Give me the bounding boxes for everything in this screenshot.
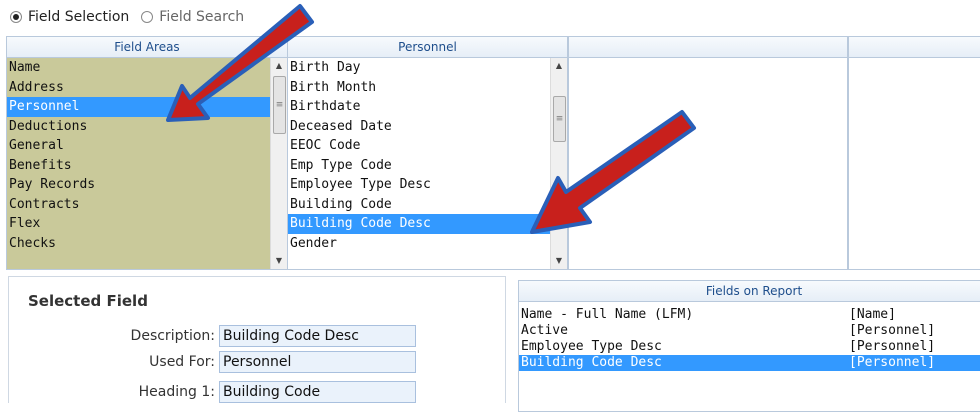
field-area-item[interactable]: Name (7, 58, 270, 78)
personnel-field-item[interactable]: Emp Type Code (288, 156, 550, 176)
empty-panel-3-header (569, 37, 847, 58)
personnel-field-item[interactable]: Birth Day (288, 58, 550, 78)
personnel-scrollbar[interactable]: ▲ ▼ (550, 58, 567, 269)
field-area-item[interactable]: Flex (7, 214, 270, 234)
report-field-area: [Personnel] (849, 355, 936, 370)
description-field[interactable]: Building Code Desc (219, 325, 416, 347)
report-field-row[interactable]: Name - Full Name (LFM) [Name] (519, 307, 980, 323)
heading1-label: Heading 1: (138, 384, 215, 400)
field-areas-header: Field Areas (7, 37, 287, 58)
used-for-field[interactable]: Personnel (219, 351, 416, 373)
report-field-name: Building Code Desc (521, 355, 662, 370)
empty-panel-3 (568, 36, 848, 270)
field-selection-radio[interactable] (10, 11, 22, 23)
report-field-area: [Name] (849, 307, 896, 322)
field-area-item[interactable]: General (7, 136, 270, 156)
selected-field-title: Selected Field (28, 292, 148, 310)
fields-on-report-panel: Fields on Report Name - Full Name (LFM) [… (518, 280, 980, 412)
personnel-field-item[interactable]: Building Code Desc (288, 214, 550, 234)
scroll-up-icon[interactable]: ▲ (551, 58, 567, 74)
scroll-thumb[interactable] (273, 76, 286, 134)
personnel-field-list[interactable]: Birth Day Birth Month Birthdate Deceased Da… (288, 58, 550, 269)
personnel-field-item[interactable]: Building Code (288, 195, 550, 215)
personnel-field-item[interactable]: Birthdate (288, 97, 550, 117)
report-field-name: Employee Type Desc (521, 339, 662, 354)
scroll-down-icon[interactable]: ▼ (551, 253, 567, 269)
report-field-row[interactable]: Building Code Desc [Personnel] (519, 355, 980, 371)
used-for-label: Used For: (149, 354, 215, 370)
description-row: Description: Building Code Desc (9, 325, 505, 347)
field-area-item[interactable]: Contracts (7, 195, 270, 215)
personnel-field-item[interactable]: Birth Month (288, 78, 550, 98)
field-area-item[interactable]: Pay Records (7, 175, 270, 195)
fields-on-report-list[interactable]: Name - Full Name (LFM) [Name] Active [Perso… (519, 307, 980, 371)
report-field-name: Name - Full Name (LFM) (521, 307, 694, 322)
personnel-header: Personnel (288, 37, 567, 58)
personnel-field-item[interactable]: EEOC Code (288, 136, 550, 156)
personnel-field-item[interactable]: Deceased Date (288, 117, 550, 137)
field-search-radio[interactable] (141, 11, 154, 23)
field-search-label[interactable]: Field Search (159, 9, 244, 25)
field-area-item[interactable]: Checks (7, 234, 270, 254)
empty-panel-4 (848, 36, 980, 270)
mode-radio-group: Field Selection Field Search (10, 8, 256, 26)
heading1-row: Heading 1: Building Code (9, 381, 505, 403)
report-field-area: [Personnel] (849, 323, 936, 338)
personnel-field-item[interactable]: Employee Type Desc (288, 175, 550, 195)
description-label: Description: (130, 328, 215, 344)
field-area-item[interactable]: Benefits (7, 156, 270, 176)
report-field-area: [Personnel] (849, 339, 936, 354)
report-field-row[interactable]: Active [Personnel] (519, 323, 980, 339)
field-area-item[interactable]: Deductions (7, 117, 270, 137)
report-field-row[interactable]: Employee Type Desc [Personnel] (519, 339, 980, 355)
scroll-thumb[interactable] (553, 96, 566, 142)
selected-field-section: Selected Field Description: Building Cod… (8, 276, 506, 403)
heading1-field[interactable]: Building Code (219, 381, 416, 403)
empty-panel-4-header (849, 37, 980, 58)
scroll-up-icon[interactable]: ▲ (271, 58, 287, 74)
report-field-name: Active (521, 323, 568, 338)
fields-on-report-header: Fields on Report (519, 281, 980, 302)
field-area-item[interactable]: Personnel (7, 97, 270, 117)
field-areas-scrollbar[interactable]: ▲ ▼ (270, 58, 287, 269)
field-area-item[interactable]: Address (7, 78, 270, 98)
used-for-row: Used For: Personnel (9, 351, 505, 373)
field-areas-list[interactable]: Name Address Personnel Deductions General Ben… (7, 58, 270, 269)
personnel-field-item[interactable]: Gender (288, 234, 550, 254)
personnel-panel: Personnel Birth Day Birth Month Birthdate D… (287, 36, 568, 270)
field-selection-label[interactable]: Field Selection (28, 9, 129, 25)
field-areas-panel: Field Areas Name Address Personnel Deductio… (6, 36, 288, 270)
scroll-down-icon[interactable]: ▼ (271, 253, 287, 269)
